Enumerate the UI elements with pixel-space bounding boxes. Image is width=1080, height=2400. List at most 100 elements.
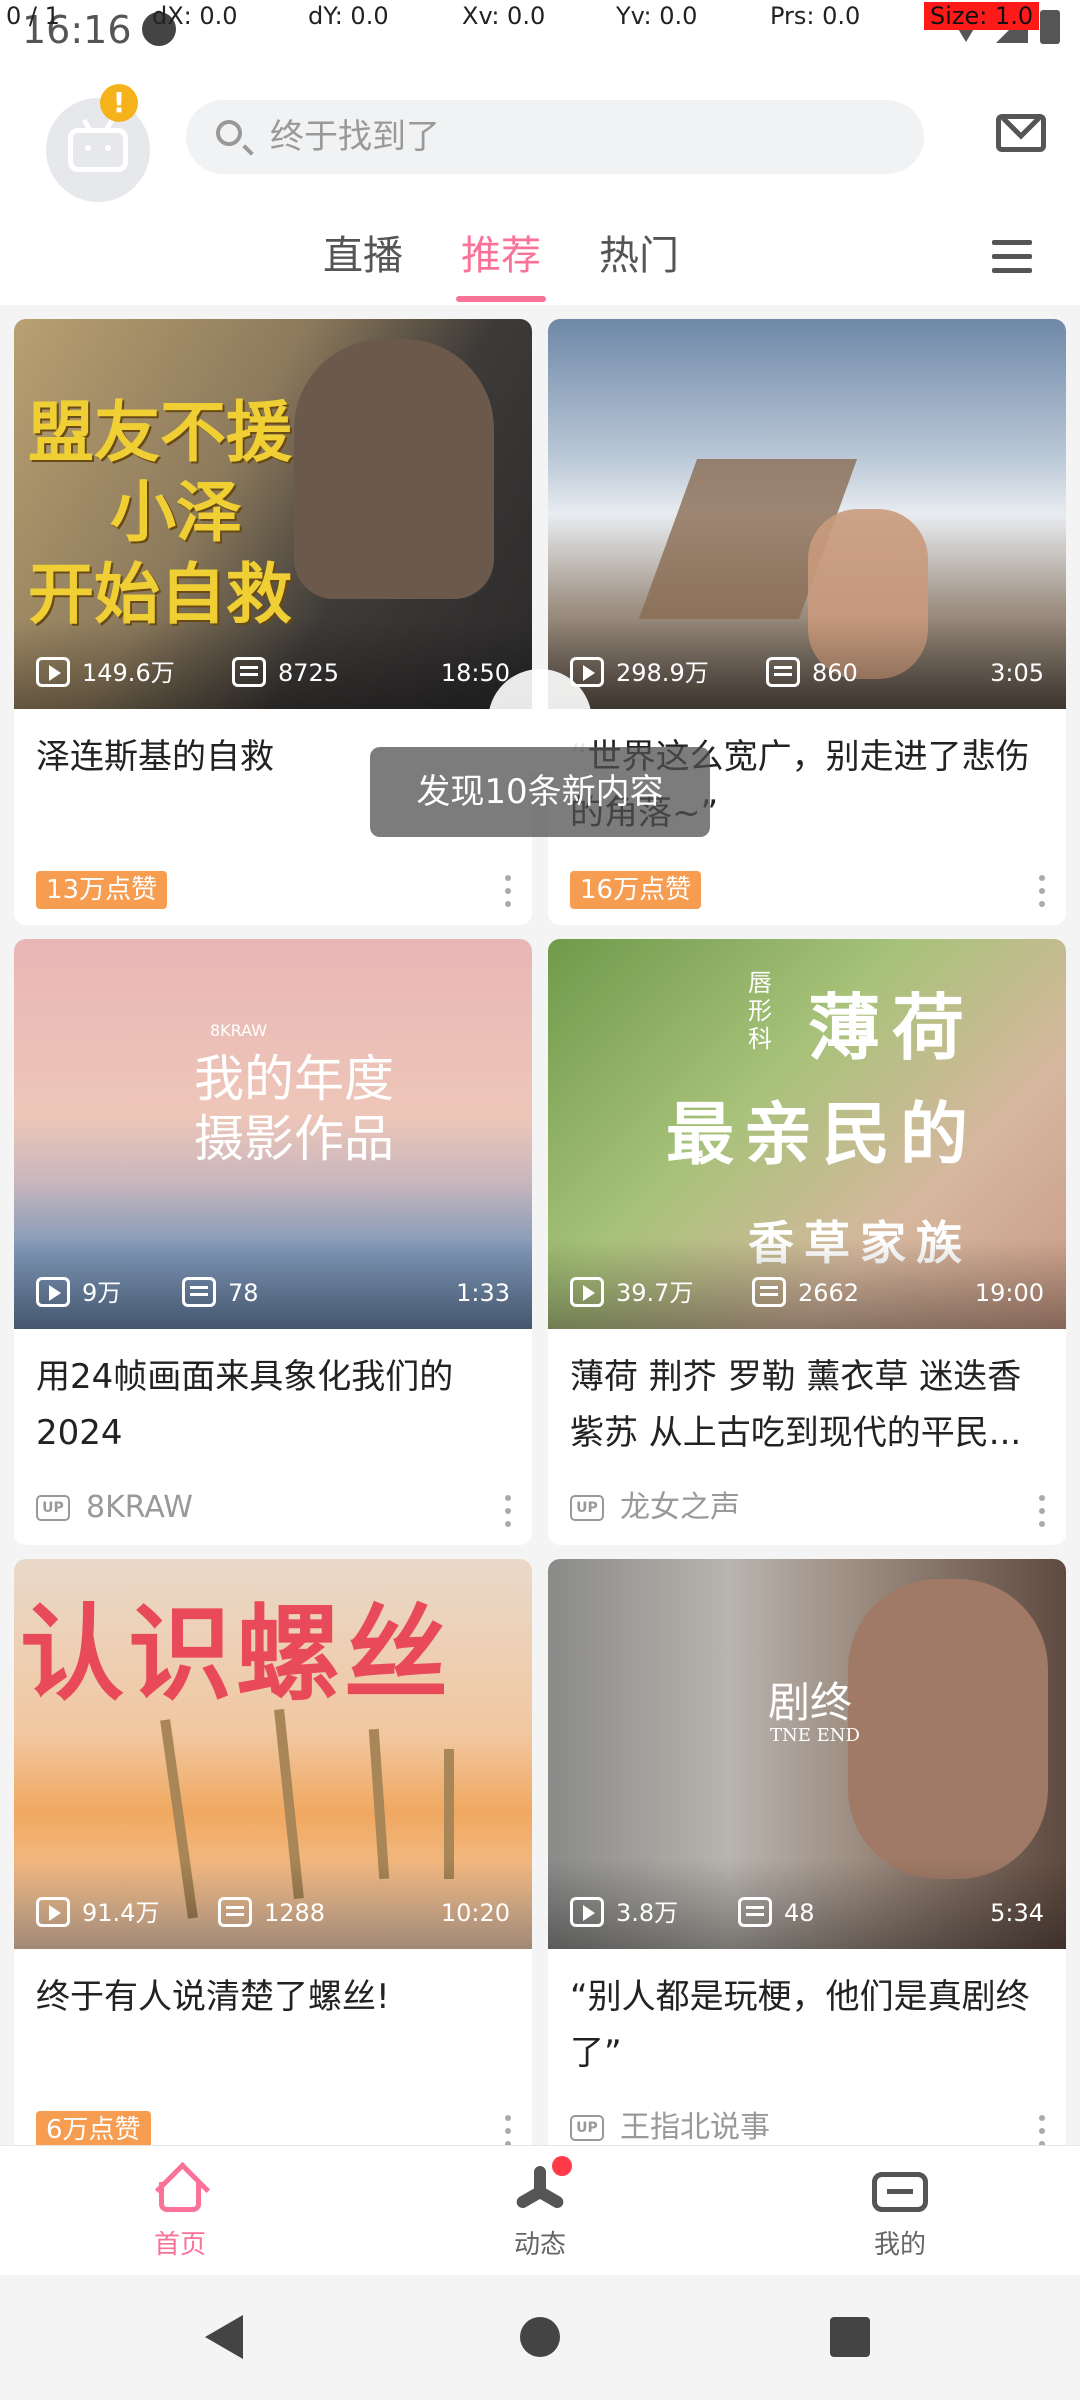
- view-count: 298.9万: [616, 659, 709, 687]
- danmaku-count: 48: [784, 1899, 815, 1927]
- danmaku-icon: [752, 1277, 786, 1307]
- nav-dynamic[interactable]: 动态: [360, 2146, 720, 2276]
- danmaku-icon: [182, 1277, 216, 1307]
- up-icon: UP: [36, 1495, 70, 1521]
- play-count-icon: [36, 657, 70, 687]
- bottom-navigation: 首页 动态 我的: [0, 2145, 1080, 2276]
- author-name[interactable]: 8KRAW: [86, 1489, 193, 1527]
- more-options-icon[interactable]: [1036, 871, 1046, 911]
- video-title: “别人都是玩梗，他们是真剧终了”: [570, 1977, 1030, 2073]
- nav-mine-label: 我的: [873, 2230, 926, 2260]
- tab-hot[interactable]: 热门: [570, 208, 708, 304]
- video-thumbnail: 盟友不援 小泽 开始自救 149.6万 8725 18:50: [14, 319, 532, 709]
- video-title: 终于有人说清楚了螺丝!: [36, 1977, 390, 2017]
- video-card[interactable]: 唇形科 薄荷 最亲民的 香草家族 39.7万 2662 19:00 薄荷 荆芥 …: [548, 939, 1066, 1545]
- video-duration: 19:00: [974, 1279, 1044, 1307]
- author-name[interactable]: 龙女之声: [620, 1489, 740, 1527]
- thumbnail-caption: 8KRAW: [210, 1021, 268, 1040]
- active-tab-indicator: [456, 296, 546, 302]
- nav-home[interactable]: 首页: [0, 2146, 360, 2276]
- danmaku-icon: [766, 657, 800, 687]
- view-count: 91.4万: [82, 1899, 160, 1927]
- back-icon[interactable]: [205, 2315, 243, 2359]
- danmaku-count: 1288: [264, 1899, 326, 1927]
- home-icon: [154, 2161, 211, 2218]
- tv-icon: [872, 2172, 928, 2212]
- debug-dy: dY: 0.0: [308, 2, 389, 30]
- video-stats: 91.4万 1288 10:20: [36, 1897, 510, 1931]
- up-icon: UP: [570, 2115, 604, 2141]
- search-icon: [216, 120, 242, 146]
- video-thumbnail: 唇形科 薄荷 最亲民的 香草家族 39.7万 2662 19:00: [548, 939, 1066, 1329]
- video-card[interactable]: 8KRAW 我的年度 摄影作品 9万 78 1:33 用24帧画面来具象化我们的…: [14, 939, 532, 1545]
- nav-home-label: 首页: [153, 2230, 206, 2260]
- video-thumbnail: 剧终 TNE END 3.8万 48 5:34: [548, 1559, 1066, 1949]
- more-options-icon[interactable]: [502, 871, 512, 911]
- view-count: 149.6万: [82, 659, 175, 687]
- video-duration: 5:34: [990, 1899, 1044, 1927]
- video-thumbnail: 8KRAW 我的年度 摄影作品 9万 78 1:33: [14, 939, 532, 1329]
- danmaku-count: 78: [228, 1279, 259, 1307]
- thumbnail-caption: 最亲民的: [666, 1096, 979, 1175]
- more-options-icon[interactable]: [502, 2111, 512, 2145]
- new-content-toast: 发现10条新内容: [370, 747, 710, 837]
- tab-recommend[interactable]: 推荐: [432, 208, 570, 304]
- thumbnail-caption: 认识螺丝: [20, 1593, 453, 1715]
- video-stats: 9万 78 1:33: [36, 1277, 510, 1311]
- danmaku-icon: [232, 657, 266, 687]
- video-stats: 3.8万 48 5:34: [570, 1897, 1044, 1931]
- recents-icon[interactable]: [830, 2317, 870, 2357]
- play-count-icon: [36, 1277, 70, 1307]
- message-button[interactable]: [956, 72, 1080, 196]
- thumbnail-caption: 薄荷: [808, 986, 977, 1070]
- danmaku-count: 860: [812, 659, 858, 687]
- debug-pointer: 0 / 1: [6, 2, 60, 30]
- search-bar[interactable]: [186, 100, 924, 174]
- danmaku-count: 8725: [278, 659, 340, 687]
- tab-live-label: 直播: [323, 233, 403, 279]
- thumbnail-caption: 剧终: [768, 1678, 853, 1727]
- video-duration: 1:33: [456, 1279, 510, 1307]
- danmaku-count: 2662: [798, 1279, 860, 1307]
- debug-prs: Prs: 0.0: [770, 2, 861, 30]
- danmaku-icon: [738, 1897, 772, 1927]
- video-card[interactable]: 剧终 TNE END 3.8万 48 5:34 “别人都是玩梗，他们是真剧终了”…: [548, 1559, 1066, 2145]
- author-name[interactable]: 王指北说事: [620, 2109, 770, 2145]
- tab-recommend-label: 推荐: [461, 233, 541, 279]
- warning-badge-icon: !: [100, 84, 138, 122]
- debug-yv: Yv: 0.0: [616, 2, 698, 30]
- view-count: 3.8万: [616, 1899, 679, 1927]
- view-count: 9万: [82, 1279, 122, 1307]
- danmaku-icon: [218, 1897, 252, 1927]
- pointer-debug-overlay: 0 / 1 dX: 0.0 dY: 0.0 Xv: 0.0 Yv: 0.0 Pr…: [0, 0, 1080, 34]
- top-bar: 16:16 0 / 1 dX: 0.0 dY: 0.0 Xv: 0.0 Yv: …: [0, 0, 1080, 305]
- like-badge: 13万点赞: [36, 871, 168, 909]
- video-duration: 18:50: [440, 659, 510, 687]
- channel-menu-icon[interactable]: [984, 226, 1044, 286]
- video-duration: 3:05: [990, 659, 1044, 687]
- tab-hot-label: 热门: [599, 233, 679, 279]
- nav-dynamic-label: 动态: [513, 2230, 566, 2260]
- notification-dot: [552, 2156, 572, 2176]
- video-stats: 39.7万 2662 19:00: [570, 1277, 1044, 1311]
- search-input[interactable]: [270, 110, 890, 164]
- nav-mine[interactable]: 我的: [720, 2146, 1080, 2276]
- video-title: 薄荷 荆芥 罗勒 薰衣草 迷迭香 紫苏 从上古吃到现代的平民...: [570, 1357, 1022, 1453]
- thumbnail-caption: 摄影作品: [194, 1110, 394, 1168]
- more-options-icon[interactable]: [502, 1491, 512, 1531]
- video-stats: 298.9万 860 3:05: [570, 657, 1044, 691]
- up-icon: UP: [570, 1495, 604, 1521]
- like-badge: 16万点赞: [570, 871, 702, 909]
- more-options-icon[interactable]: [1036, 1491, 1046, 1531]
- play-count-icon: [570, 1277, 604, 1307]
- default-avatar-icon: [68, 128, 128, 172]
- more-options-icon[interactable]: [1036, 2111, 1046, 2145]
- video-feed[interactable]: 盟友不援 小泽 开始自救 149.6万 8725 18:50 泽连斯基的自救 1…: [0, 305, 1080, 2145]
- video-thumbnail: 298.9万 860 3:05: [548, 319, 1066, 709]
- tab-live[interactable]: 直播: [294, 208, 432, 304]
- video-card[interactable]: 认识螺丝 91.4万 1288 10:20 终于有人说清楚了螺丝! 6万点赞: [14, 1559, 532, 2145]
- home-circle-icon[interactable]: [520, 2317, 560, 2357]
- like-badge: 6万点赞: [36, 2111, 151, 2145]
- view-count: 39.7万: [616, 1279, 694, 1307]
- play-count-icon: [36, 1897, 70, 1927]
